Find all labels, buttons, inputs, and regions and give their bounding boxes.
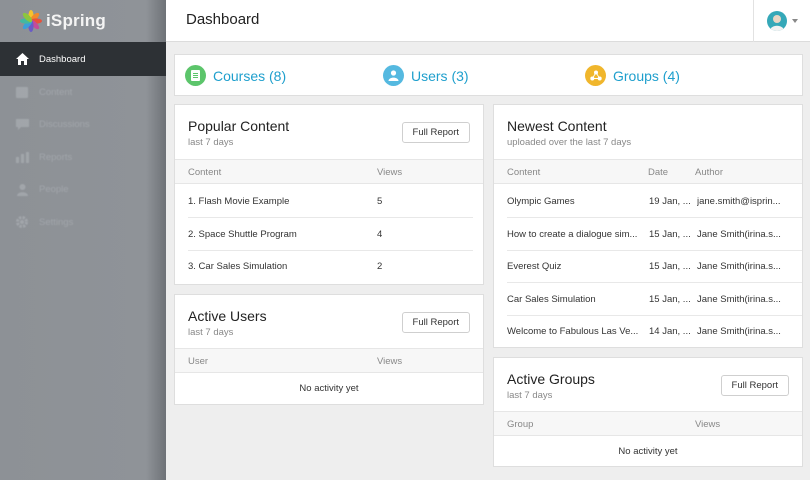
content-cell: Welcome to Fabulous Las Ve...	[507, 326, 639, 337]
logo[interactable]: iSpring	[0, 0, 166, 42]
views-cell: 4	[377, 229, 383, 240]
ispring-logo-icon	[20, 10, 42, 32]
content-icon	[15, 85, 29, 99]
sidebar-item-reports[interactable]: Reports	[0, 141, 166, 174]
table-header: Content Date Author	[494, 159, 802, 184]
user-menu[interactable]	[753, 0, 810, 42]
groups-link[interactable]: Groups (4)	[585, 65, 680, 86]
panel-subtitle: last 7 days	[188, 327, 234, 338]
chat-icon	[15, 118, 29, 132]
date-cell: 14 Jan, ...	[649, 326, 691, 337]
column-header: Author	[695, 167, 723, 178]
column-header: User	[188, 356, 209, 367]
panel-subtitle: last 7 days	[507, 390, 553, 401]
panel-title: Active Groups	[507, 371, 595, 387]
newest-content-panel: Newest Content uploaded over the last 7 …	[493, 104, 803, 348]
full-report-button[interactable]: Full Report	[401, 122, 470, 143]
views-cell: 5	[377, 196, 383, 207]
column-header: Date	[648, 167, 669, 178]
column-header: Group	[507, 419, 534, 430]
table-header: User Views	[175, 348, 483, 373]
date-cell: 15 Jan, ...	[649, 261, 691, 272]
sidebar: iSpring Dashboard Content Discussions Re…	[0, 0, 166, 480]
groups-label[interactable]: Groups (4)	[613, 68, 680, 84]
gear-icon	[15, 215, 29, 229]
column-header: Content	[188, 167, 222, 178]
content-cell: How to create a dialogue sim...	[507, 229, 638, 240]
home-icon	[15, 52, 29, 66]
table-row[interactable]: 1. Flash Movie Example 5	[188, 185, 473, 218]
table-header: Group Views	[494, 411, 802, 436]
table-row[interactable]: Car Sales Simulation 15 Jan, ... Jane Sm…	[507, 283, 802, 316]
panel-title: Active Users	[188, 308, 267, 324]
avatar[interactable]	[766, 11, 787, 31]
content-cell: 3. Car Sales Simulation	[188, 261, 288, 272]
sidebar-item-label: Reports	[39, 151, 73, 163]
table-row[interactable]: 2. Space Shuttle Program 4	[188, 218, 473, 251]
sidebar-item-label: Settings	[39, 216, 74, 228]
empty-state: No activity yet	[299, 383, 359, 394]
header: Dashboard	[166, 0, 810, 42]
author-cell: Jane Smith(irina.s...	[697, 294, 781, 305]
column-header: Views	[377, 167, 403, 178]
panel-title: Popular Content	[188, 118, 290, 134]
logo-text: iSpring	[46, 11, 106, 30]
table-row[interactable]: Everest Quiz 15 Jan, ... Jane Smith(irin…	[507, 250, 802, 283]
date-cell: 15 Jan, ...	[649, 294, 691, 305]
author-cell: Jane Smith(irina.s...	[697, 229, 781, 240]
date-cell: 19 Jan, ...	[649, 196, 691, 207]
table-row[interactable]: Olympic Games 19 Jan, ... jane.smith@isp…	[507, 185, 802, 218]
column-header: Views	[695, 419, 721, 430]
column-header: Views	[377, 356, 403, 367]
date-cell: 15 Jan, ...	[649, 229, 691, 240]
table-row[interactable]: 3. Car Sales Simulation 2	[188, 250, 473, 283]
table-header: Content Views	[175, 159, 483, 184]
sidebar-item-label: Discussions	[39, 119, 90, 131]
author-cell: jane.smith@isprin...	[697, 196, 781, 207]
column-header: Content	[507, 167, 541, 178]
person-icon	[15, 183, 29, 197]
sidebar-item-dashboard[interactable]: Dashboard	[0, 42, 166, 76]
sidebar-item-discussions[interactable]: Discussions	[0, 109, 166, 142]
page-title: Dashboard	[186, 11, 260, 28]
content-cell: 1. Flash Movie Example	[188, 196, 290, 207]
groups-icon	[585, 65, 606, 86]
content-cell: Olympic Games	[507, 196, 575, 207]
panel-title: Newest Content	[507, 118, 607, 134]
author-cell: Jane Smith(irina.s...	[697, 326, 781, 337]
sidebar-item-people[interactable]: People	[0, 174, 166, 207]
active-users-panel: Active Users last 7 days Full Report Use…	[174, 294, 484, 405]
full-report-button[interactable]: Full Report	[720, 375, 789, 396]
table-row[interactable]: How to create a dialogue sim... 15 Jan, …	[507, 218, 802, 251]
courses-label[interactable]: Courses (8)	[213, 68, 286, 84]
active-groups-panel: Active Groups last 7 days Full Report Gr…	[493, 357, 803, 467]
courses-icon	[185, 65, 206, 86]
sidebar-item-label: People	[39, 184, 69, 196]
table-row[interactable]: Welcome to Fabulous Las Ve... 14 Jan, ..…	[507, 315, 802, 348]
courses-link[interactable]: Courses (8)	[185, 65, 286, 86]
panel-subtitle: uploaded over the last 7 days	[507, 137, 632, 148]
sidebar-item-settings[interactable]: Settings	[0, 206, 166, 239]
panel-subtitle: last 7 days	[188, 137, 234, 148]
user-icon	[383, 65, 404, 86]
content-cell: Everest Quiz	[507, 261, 562, 272]
content-cell: 2. Space Shuttle Program	[188, 229, 297, 240]
users-link[interactable]: Users (3)	[383, 65, 469, 86]
sidebar-item-content[interactable]: Content	[0, 76, 166, 109]
chevron-down-icon[interactable]	[791, 19, 798, 23]
chart-icon	[15, 150, 29, 164]
author-cell: Jane Smith(irina.s...	[697, 261, 781, 272]
users-label[interactable]: Users (3)	[411, 68, 469, 84]
content-cell: Car Sales Simulation	[507, 294, 596, 305]
full-report-button[interactable]: Full Report	[401, 312, 470, 333]
stats-bar: Courses (8) Users (3) Groups (4)	[174, 54, 803, 96]
sidebar-item-label: Dashboard	[39, 53, 86, 65]
empty-state: No activity yet	[618, 446, 678, 457]
popular-content-panel: Popular Content last 7 days Full Report …	[174, 104, 484, 285]
views-cell: 2	[377, 261, 383, 272]
sidebar-item-label: Content	[39, 86, 73, 98]
